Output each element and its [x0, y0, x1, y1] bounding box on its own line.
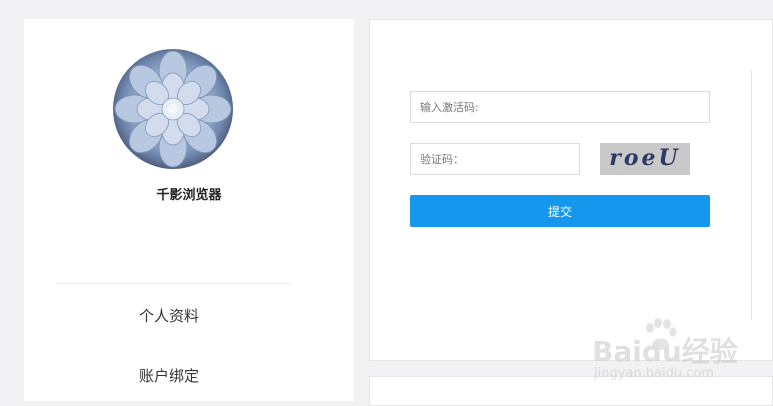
submit-button[interactable]: 提交: [410, 195, 710, 227]
menu-item-account-binding[interactable]: 账户绑定: [24, 365, 314, 386]
baidu-watermark: Baidu经验 jingyan.baidu.com: [592, 318, 752, 388]
activation-code-input[interactable]: [410, 91, 710, 123]
profile-sidebar: 千影浏览器 个人资料 账户绑定: [24, 19, 354, 401]
watermark-url: jingyan.baidu.com: [594, 366, 714, 381]
menu-item-profile[interactable]: 个人资料: [24, 305, 314, 326]
sidebar-divider: [56, 283, 292, 284]
panel-divider: [751, 70, 752, 320]
captcha-text: roeU: [609, 145, 681, 171]
watermark-logo: Baidu经验: [592, 335, 738, 368]
captcha-input[interactable]: [410, 143, 580, 175]
activation-panel: roeU 提交: [369, 19, 773, 361]
captcha-image[interactable]: roeU: [600, 143, 690, 175]
succulent-image: [114, 50, 232, 168]
username: 千影浏览器: [156, 188, 222, 203]
avatar[interactable]: [113, 49, 233, 169]
